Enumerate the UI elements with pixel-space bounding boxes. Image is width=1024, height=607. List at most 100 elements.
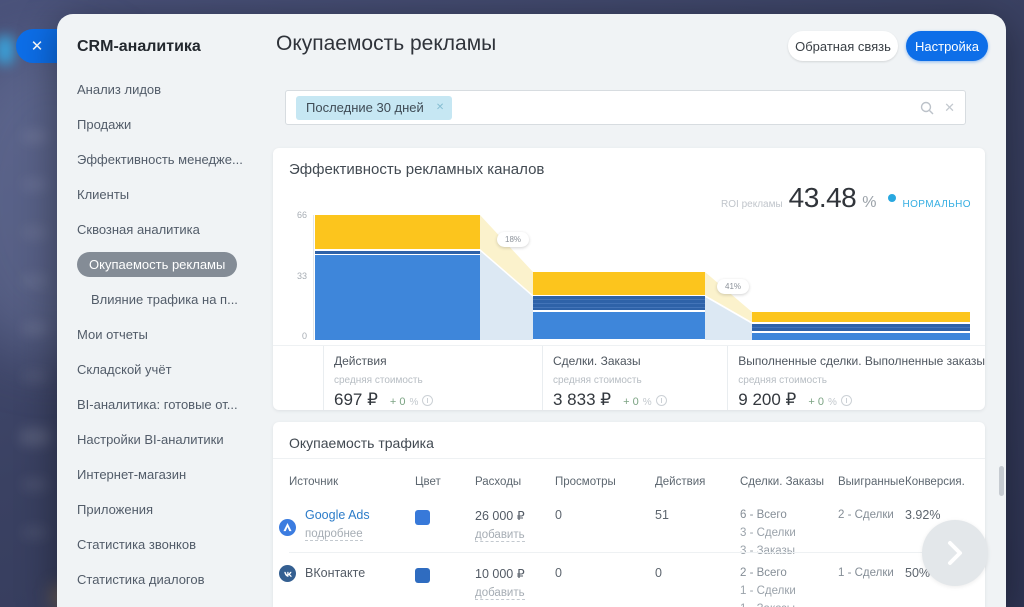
- stage-delta-unit: %: [828, 397, 837, 408]
- sidebar: CRM-аналитика Анализ лидов Продажи Эффек…: [57, 14, 273, 607]
- status-dot-icon: [888, 194, 896, 202]
- funnel-chart: 66 33 0 18%: [287, 210, 975, 342]
- next-page-button[interactable]: [922, 520, 988, 586]
- stage-delta-unit: %: [643, 397, 652, 408]
- sidebar-item-lead-analysis[interactable]: Анализ лидов: [57, 72, 273, 107]
- expenses-value: 10 000 ₽: [475, 566, 555, 581]
- deals-orders: 3 - Заказы: [740, 542, 838, 560]
- feedback-button[interactable]: Обратная связь: [788, 31, 898, 61]
- clear-search-icon[interactable]: ✕: [944, 100, 955, 116]
- sidebar-title: CRM-аналитика: [57, 14, 273, 56]
- sidebar-item-bi-settings[interactable]: Настройки BI-аналитики: [57, 422, 273, 457]
- segment-yellow: [315, 215, 480, 249]
- sidebar-item-traffic-influence[interactable]: Влияние трафика на п...: [57, 282, 273, 317]
- info-icon[interactable]: [841, 395, 852, 406]
- scrollbar-thumb[interactable]: [999, 466, 1004, 496]
- sidebar-item-call-stats[interactable]: Статистика звонков: [57, 527, 273, 562]
- stage-name: Выполненные сделки. Выполненные заказы: [738, 354, 985, 368]
- funnel-bar-deals-orders[interactable]: [533, 272, 705, 340]
- background-menu-icon: [22, 370, 48, 383]
- segment-dark-blue: [315, 251, 480, 254]
- channel-color-swatch[interactable]: [415, 568, 430, 583]
- funnel-bar-actions[interactable]: [315, 215, 480, 340]
- stage-delta-unit: %: [410, 397, 419, 408]
- sidebar-item-ad-payback-active[interactable]: Окупаемость рекламы: [57, 247, 273, 282]
- deals-cell: 2 - Всего 1 - Сделки 1 - Заказы: [740, 562, 838, 607]
- roi-label: ROI рекламы: [721, 199, 783, 210]
- col-header-source[interactable]: Источник: [289, 476, 415, 488]
- y-axis-tick: 33: [287, 271, 307, 281]
- funnel-bar-completed[interactable]: [752, 312, 970, 340]
- sidebar-item-online-store[interactable]: Интернет-магазин: [57, 457, 273, 492]
- won-deals: 2 - Сделки: [838, 506, 905, 524]
- won-deals: 1 - Сделки: [838, 564, 905, 582]
- funnel-card-title: Эффективность рекламных каналов: [289, 161, 544, 178]
- background-menu-icon: [20, 428, 50, 446]
- crm-analytics-panel: CRM-аналитика Анализ лидов Продажи Эффек…: [57, 14, 1006, 607]
- stage-name: Действия: [334, 354, 542, 368]
- background-menu-icon: [22, 526, 48, 539]
- deals-total: 2 - Всего: [740, 564, 838, 582]
- source-link[interactable]: Google Ads: [305, 508, 415, 522]
- col-header-won[interactable]: Выигранные: [838, 476, 905, 488]
- background-menu-icon: [22, 178, 48, 191]
- deals-cell: 6 - Всего 3 - Сделки 3 - Заказы: [740, 500, 838, 560]
- channel-color-swatch[interactable]: [415, 510, 430, 525]
- sidebar-item-end-to-end-analytics[interactable]: Сквозная аналитика: [57, 212, 273, 247]
- col-header-views[interactable]: Просмотры: [555, 476, 655, 488]
- source-cell: ВКонтакте: [289, 562, 415, 607]
- ad-channels-efficiency-card: Эффективность рекламных каналов ROI рекл…: [273, 148, 985, 410]
- filter-search-bar[interactable]: Последние 30 дней ✕ ✕: [285, 90, 966, 125]
- y-axis-tick: 66: [287, 210, 307, 220]
- color-cell: [415, 500, 475, 560]
- page-title: Окупаемость рекламы: [276, 32, 496, 56]
- sidebar-item-clients[interactable]: Клиенты: [57, 177, 273, 212]
- deals-total: 6 - Всего: [740, 506, 838, 524]
- won-cell: 2 - Сделки: [838, 500, 905, 560]
- stage-sub-label: средняя стоимость: [553, 375, 727, 386]
- deals-orders: 1 - Заказы: [740, 600, 838, 607]
- row-separator: [289, 552, 969, 553]
- stage-deals-orders: Сделки. Заказы средняя стоимость 3 833 ₽…: [542, 346, 727, 410]
- add-expenses-link[interactable]: добавить: [475, 587, 525, 600]
- search-icon[interactable]: [920, 101, 934, 115]
- chevron-right-icon: [947, 540, 963, 566]
- sidebar-item-my-reports[interactable]: Мои отчеты: [57, 317, 273, 352]
- y-axis-line: [313, 215, 314, 340]
- stage-sub-label: средняя стоимость: [334, 375, 542, 386]
- col-header-deals[interactable]: Сделки. Заказы: [740, 476, 838, 488]
- deals-deals: 1 - Сделки: [740, 582, 838, 600]
- sidebar-item-bi-analytics-reports[interactable]: BI-аналитика: готовые от...: [57, 387, 273, 422]
- close-panel-button[interactable]: ✕: [16, 29, 58, 63]
- sidebar-item-dialog-stats[interactable]: Статистика диалогов: [57, 562, 273, 597]
- sidebar-item-apps[interactable]: Приложения: [57, 492, 273, 527]
- actions-cell: 0: [655, 562, 740, 607]
- col-header-actions[interactable]: Действия: [655, 476, 740, 488]
- settings-button[interactable]: Настройка: [906, 31, 988, 61]
- color-cell: [415, 562, 475, 607]
- sidebar-item-sales[interactable]: Продажи: [57, 107, 273, 142]
- add-expenses-link[interactable]: добавить: [475, 529, 525, 542]
- filter-tag-last-30-days[interactable]: Последние 30 дней ✕: [296, 96, 452, 120]
- segment-yellow: [752, 312, 970, 322]
- close-icon: ✕: [31, 37, 44, 55]
- col-header-color[interactable]: Цвет: [415, 476, 475, 488]
- filter-tag-remove-icon[interactable]: ✕: [436, 102, 444, 113]
- col-header-conversion[interactable]: Конверсия.: [905, 476, 969, 488]
- sidebar-item-manager-efficiency[interactable]: Эффективность менедже...: [57, 142, 273, 177]
- info-icon[interactable]: [656, 395, 667, 406]
- deals-deals: 3 - Сделки: [740, 524, 838, 542]
- views-cell: 0: [555, 562, 655, 607]
- sidebar-item-inventory[interactable]: Складской учёт: [57, 352, 273, 387]
- y-axis-tick: 0: [287, 331, 307, 341]
- expenses-value: 26 000 ₽: [475, 508, 555, 523]
- stage-avg-cost: 697 ₽: [334, 390, 378, 410]
- conversion-badge-1: 18%: [497, 232, 529, 247]
- segment-dark-blue: [752, 324, 970, 332]
- col-header-expenses[interactable]: Расходы: [475, 476, 555, 488]
- details-link[interactable]: подробнее: [305, 528, 363, 541]
- info-icon[interactable]: [422, 395, 433, 406]
- conversion-badge-2: 41%: [717, 279, 749, 294]
- stage-delta: + 0: [623, 396, 639, 408]
- source-name[interactable]: ВКонтакте: [305, 566, 415, 580]
